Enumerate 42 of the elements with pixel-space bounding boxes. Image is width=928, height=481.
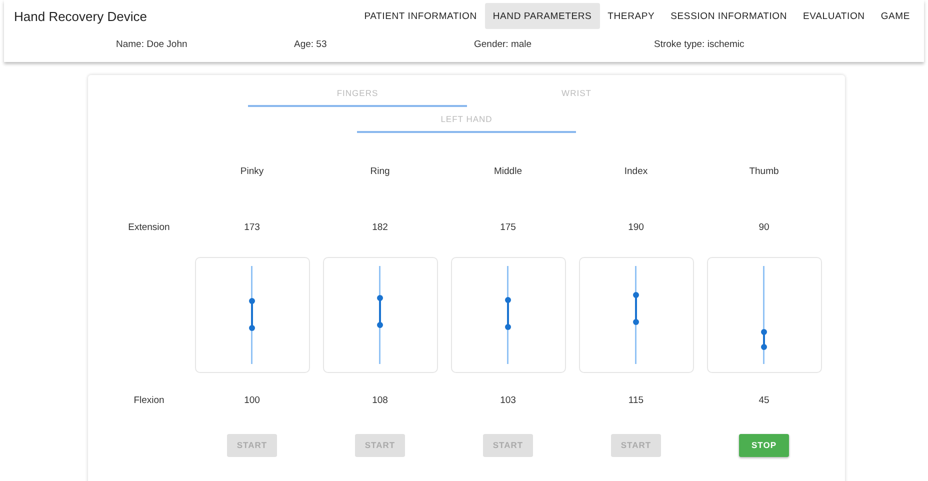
patient-info: Name: Doe John xyxy=(116,38,188,50)
nav-tab[interactable]: GAME xyxy=(872,3,918,29)
sub-tab[interactable]: WRIST xyxy=(467,81,686,107)
finger-name: Index xyxy=(624,166,648,176)
slider-thumb[interactable] xyxy=(377,295,383,302)
patient-info: Gender: male xyxy=(474,38,533,50)
slider-thumb[interactable] xyxy=(249,298,255,304)
stop-button[interactable]: STOP xyxy=(739,434,789,456)
slider-thumb[interactable] xyxy=(505,324,511,330)
extension-value: 182 xyxy=(372,222,388,232)
extension-value: 173 xyxy=(244,222,260,232)
slider-thumb[interactable] xyxy=(761,344,767,350)
finger-name: Ring xyxy=(370,166,390,176)
flexion-value: 45 xyxy=(758,394,770,406)
slider-thumb[interactable] xyxy=(633,318,639,325)
row-label: Flexion xyxy=(134,394,164,406)
slider-thumb[interactable] xyxy=(249,324,255,331)
extension-value: 90 xyxy=(758,222,770,232)
finger-name: Pinky xyxy=(240,166,264,176)
flexion-value: 115 xyxy=(628,394,644,406)
nav-tab[interactable]: SESSION INFORMATION xyxy=(662,3,796,29)
flexion-value: 100 xyxy=(244,394,260,406)
patient-info: Stroke type: ischemic xyxy=(654,38,744,50)
nav-tab[interactable]: HAND PARAMETERS xyxy=(484,3,600,29)
slider-thumb[interactable] xyxy=(633,292,639,298)
flexion-value: 108 xyxy=(372,394,388,406)
finger-name: Middle xyxy=(494,166,522,176)
hand-tab[interactable]: LEFT HAND xyxy=(357,107,576,133)
nav-tab[interactable]: EVALUATION xyxy=(795,3,873,29)
nav-tab[interactable]: THERAPY xyxy=(600,3,663,29)
nav-tab[interactable]: PATIENT INFORMATION xyxy=(356,3,485,29)
flexion-value: 103 xyxy=(500,394,516,406)
slider-thumb[interactable] xyxy=(377,322,383,328)
sub-tab[interactable]: FINGERS xyxy=(248,81,467,107)
slider-thumb[interactable] xyxy=(505,297,511,304)
patient-info: Age: 53 xyxy=(294,38,328,50)
row-label: Extension xyxy=(128,222,170,232)
slider-thumb[interactable] xyxy=(761,328,767,335)
extension-value: 190 xyxy=(628,222,644,232)
app-title: Hand Recovery Device xyxy=(14,8,148,24)
finger-name: Thumb xyxy=(749,166,779,176)
extension-value: 175 xyxy=(500,222,516,232)
